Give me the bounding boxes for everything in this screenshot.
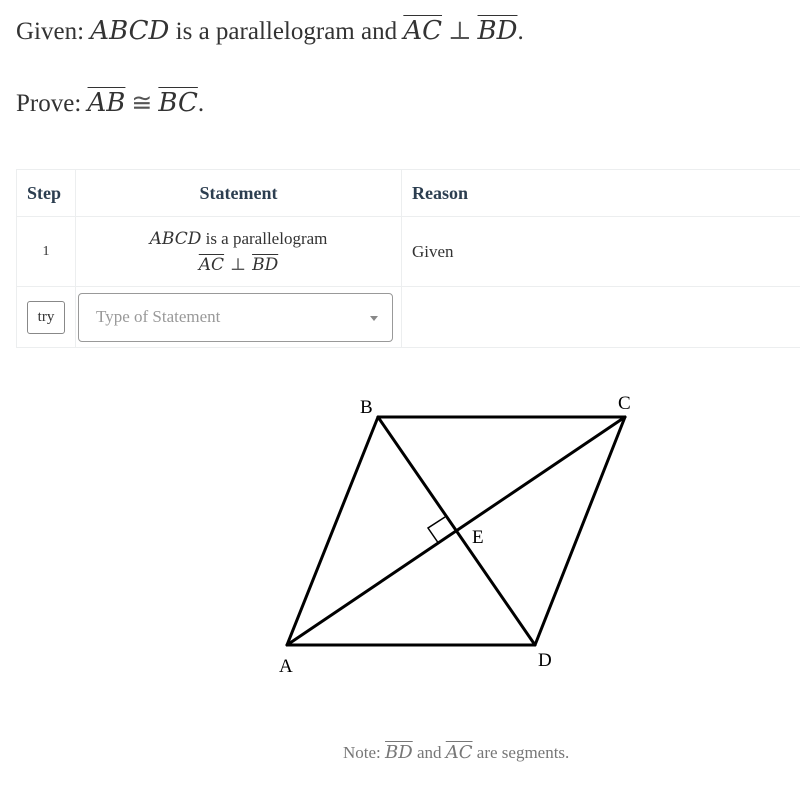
segment-cd [533, 415, 627, 647]
label-a: A [279, 656, 293, 677]
label-c: C [618, 393, 631, 414]
note-middle: and [416, 743, 442, 762]
segment-ab [285, 415, 380, 647]
note-prefix: Note: [343, 743, 381, 762]
note-segment-ac: AC [445, 742, 473, 763]
note-segment-bd: BD [385, 742, 413, 763]
parallelogram-figure: A B C D E [279, 393, 631, 677]
label-b: B [360, 397, 373, 418]
label-e: E [472, 527, 484, 548]
note-suffix: are segments. [476, 743, 570, 762]
diagonal-bd [376, 415, 537, 647]
label-d: D [538, 650, 552, 671]
note-text: Note: BD and AC are segments. [343, 742, 569, 763]
